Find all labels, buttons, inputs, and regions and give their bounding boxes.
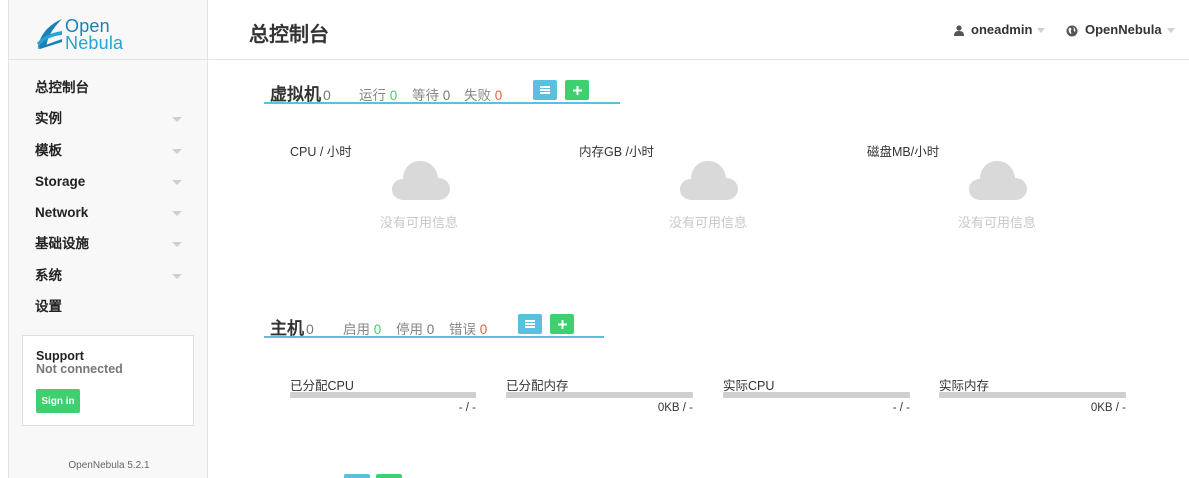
real-memory-value: 0KB / -	[1090, 402, 1126, 414]
page-title: 总控制台	[249, 24, 329, 46]
vms-title-label: 虚拟机	[270, 85, 321, 104]
chevron-down-icon	[172, 148, 182, 154]
hosts-on-label: 启用	[343, 322, 370, 337]
sidebar-item-label: Network	[35, 205, 89, 221]
sidebar-item-label: Storage	[35, 173, 86, 189]
chevron-down-icon	[172, 211, 182, 217]
sidebar-item-label: 系统	[35, 267, 62, 283]
vms-running-label: 运行	[359, 88, 386, 103]
vms-running-count: 0	[389, 88, 398, 103]
opennebula-logo-icon	[37, 19, 62, 49]
hosts-add-button[interactable]	[550, 314, 574, 334]
sidebar-item-label: 设置	[35, 299, 62, 315]
zone-name: OpenNebula	[1085, 22, 1162, 37]
disk-hours-empty: 没有可用信息	[958, 215, 1037, 230]
sidebar-item-templates[interactable]: 模板	[9, 135, 209, 166]
support-panel: Support Not connected Sign in	[22, 335, 194, 426]
next-section-list-button[interactable]	[344, 474, 370, 478]
allocated-cpu-value: - / -	[458, 402, 476, 414]
real-memory-meter	[939, 392, 1126, 398]
memory-hours-empty: 没有可用信息	[669, 215, 748, 230]
sidebar-item-system[interactable]: 系统	[9, 260, 209, 291]
sidebar-item-label: 实例	[35, 111, 62, 127]
hosts-error-count: 0	[479, 322, 488, 337]
version-label: OpenNebula 5.2.1	[68, 460, 150, 471]
sidebar-item-settings[interactable]: 设置	[9, 291, 209, 322]
support-status: Not connected	[36, 362, 123, 376]
cpu-hours-empty: 没有可用信息	[380, 215, 459, 230]
sidebar-item-label: 基础设施	[35, 236, 89, 252]
allocated-memory-value: 0KB / -	[657, 402, 693, 414]
sidebar-item-instances[interactable]: 实例	[9, 103, 209, 134]
cloud-icon	[680, 161, 738, 200]
list-icon	[540, 86, 550, 94]
vms-pending-label: 等待	[412, 88, 439, 103]
vms-failed-label: 失败	[464, 88, 491, 103]
vms-count: 0	[323, 87, 331, 103]
vms-title[interactable]: 虚拟机 0	[270, 80, 331, 105]
allocated-memory-meter	[506, 392, 693, 398]
real-cpu-value: - / -	[892, 402, 910, 414]
sidebar-item-label: 总控制台	[35, 80, 89, 95]
sidebar-item-network[interactable]: Network	[9, 197, 209, 228]
cloud-icon	[969, 161, 1027, 200]
hosts-list-button[interactable]	[518, 314, 542, 334]
logo-line2: Nebula	[65, 33, 124, 53]
sidebar-item-dashboard[interactable]: 总控制台	[9, 72, 209, 103]
chevron-down-icon	[172, 179, 182, 185]
logo-text: Open Nebula	[65, 17, 124, 53]
hosts-off-stat: 停用 0	[396, 318, 434, 338]
sidebar-nav: 总控制台 实例 模板 Storage Network 基础设施 系统 设置	[9, 72, 209, 322]
logo[interactable]: Open Nebula	[9, 0, 207, 60]
disk-hours-chart-label: 磁盘MB/小时	[867, 145, 940, 159]
user-icon	[954, 25, 964, 37]
hosts-title-label: 主机	[270, 319, 304, 338]
globe-icon	[1066, 25, 1078, 37]
allocated-cpu-meter	[290, 392, 476, 398]
hosts-count: 0	[306, 321, 314, 337]
vms-add-button[interactable]	[565, 80, 589, 100]
vms-section-header: 虚拟机 0 运行 0 等待 0 失败 0	[264, 80, 620, 104]
sidebar-item-infrastructure[interactable]: 基础设施	[9, 228, 209, 259]
cpu-hours-chart-label: CPU / 小时	[290, 145, 352, 159]
cloud-icon	[392, 161, 450, 200]
vms-failed-count: 0	[494, 88, 503, 103]
sidebar-item-storage[interactable]: Storage	[9, 166, 209, 197]
chevron-down-icon	[1037, 28, 1046, 34]
hosts-error-label: 错误	[449, 322, 476, 337]
chevron-down-icon	[172, 273, 182, 279]
user-name: oneadmin	[971, 22, 1033, 37]
vms-pending-stat: 等待 0	[412, 84, 450, 104]
sidebar: Open Nebula 总控制台 实例 模板 Storage Network 基…	[8, 0, 208, 478]
zone-menu[interactable]: OpenNebula	[1066, 22, 1175, 37]
plus-icon	[572, 85, 582, 95]
hosts-off-count: 0	[426, 322, 435, 337]
hosts-error-stat: 错误 0	[449, 318, 487, 338]
sidebar-item-label: 模板	[35, 142, 62, 158]
plus-icon	[557, 319, 567, 329]
hosts-on-stat: 启用 0	[343, 318, 381, 338]
vms-failed-stat: 失败 0	[464, 84, 502, 104]
header: 总控制台 oneadmin OpenNebula	[209, 0, 1189, 60]
chevron-down-icon	[172, 117, 182, 123]
hosts-on-count: 0	[373, 322, 382, 337]
vms-running-stat: 运行 0	[359, 84, 397, 104]
chevron-down-icon	[1166, 28, 1175, 34]
memory-hours-chart-label: 内存GB /小时	[579, 145, 655, 159]
chevron-down-icon	[172, 242, 182, 248]
next-section-add-button[interactable]	[376, 474, 402, 478]
vms-list-button[interactable]	[533, 80, 557, 100]
user-menu[interactable]: oneadmin	[954, 22, 1046, 37]
sign-in-button[interactable]: Sign in	[36, 389, 80, 413]
vms-pending-count: 0	[442, 88, 451, 103]
real-cpu-meter	[723, 392, 910, 398]
hosts-off-label: 停用	[396, 322, 423, 337]
list-icon	[525, 320, 535, 328]
hosts-title[interactable]: 主机 0	[270, 314, 314, 339]
hosts-section-header: 主机 0 启用 0 停用 0 错误 0	[264, 314, 604, 338]
